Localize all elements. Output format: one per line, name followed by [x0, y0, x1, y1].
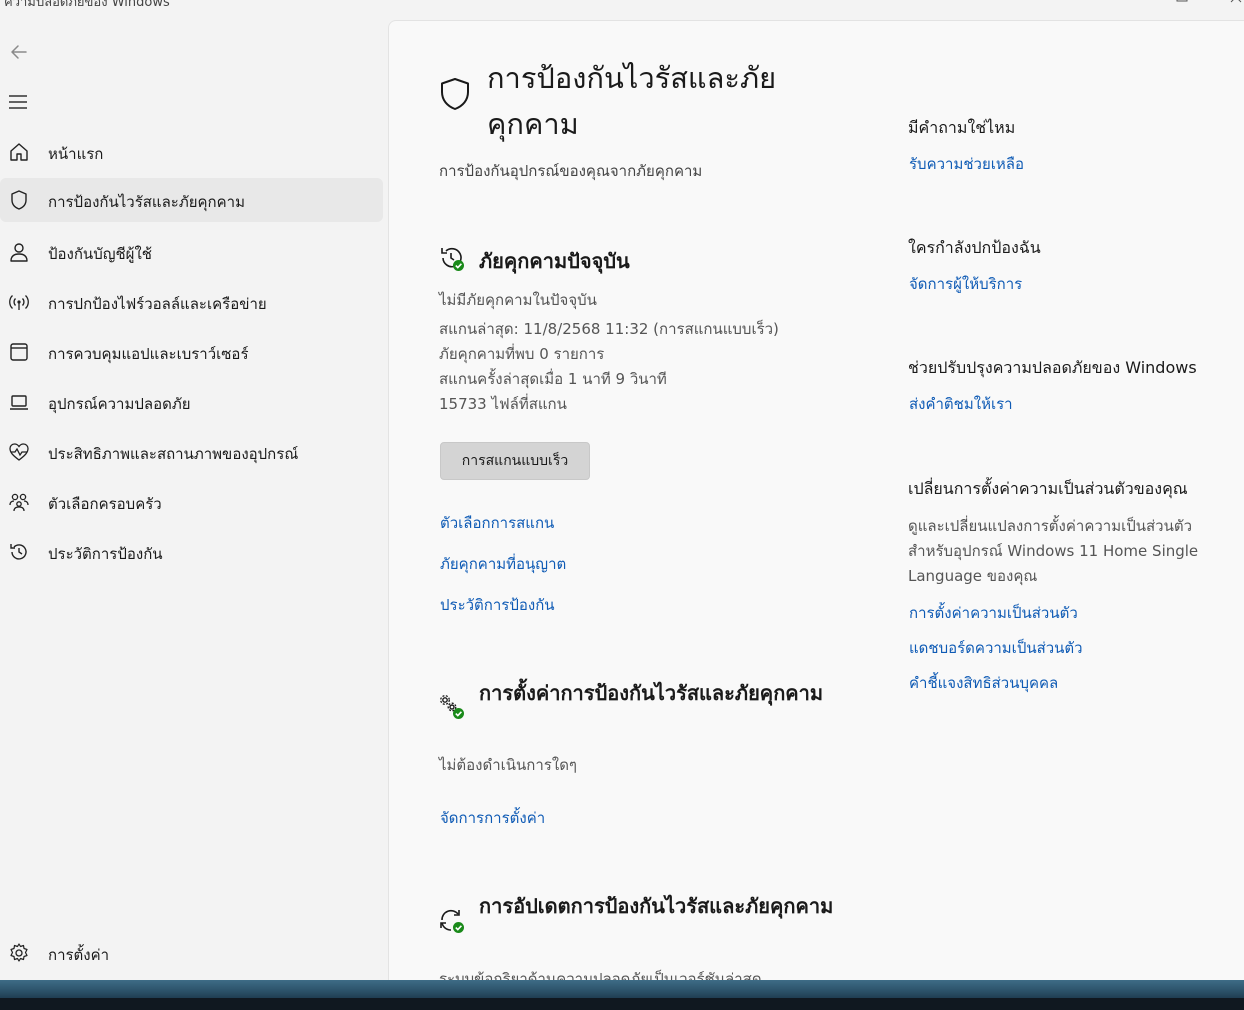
settings-check-icon [440, 695, 464, 719]
improve-heading: ช่วยปรับปรุงความปลอดภัยของ Windows [908, 358, 1197, 377]
sidebar-item-family-options[interactable]: ตัวเลือกครอบครัว [0, 480, 383, 524]
main-content: การป้องกันไวรัสและภัยคุกคาม การป้องกันอุ… [388, 20, 1244, 981]
manage-settings-link[interactable]: จัดการการตั้งค่า [440, 806, 545, 830]
protector-heading: ใครกำลังปกป้องฉัน [908, 238, 1041, 257]
privacy-heading: เปลี่ยนการตั้งค่าความเป็นส่วนตัวของคุณ [908, 479, 1188, 498]
privacy-dashboard-link[interactable]: แดชบอร์ดความเป็นส่วนตัว [909, 636, 1083, 660]
protection-history-link[interactable]: ประวัติการป้องกัน [440, 593, 555, 617]
sidebar-item-label: ป้องกันบัญชีผู้ใช้ [48, 245, 152, 263]
no-threats-status: ไม่มีภัยคุกคามในปัจจุบัน [439, 291, 597, 309]
browser-window-icon [10, 343, 28, 361]
home-icon [10, 143, 28, 161]
sidebar-item-protection-history[interactable]: ประวัติการป้องกัน [0, 530, 383, 574]
sidebar-item-account-protection[interactable]: ป้องกันบัญชีผู้ใช้ [0, 230, 383, 274]
sidebar-item-settings[interactable]: การตั้งค่า [0, 931, 383, 975]
history-icon [10, 544, 27, 560]
sidebar-item-label: ตัวเลือกครอบครัว [48, 495, 162, 513]
window-title: ความปลอดภัยของ Windows [4, 0, 170, 10]
send-feedback-link[interactable]: ส่งคำติชมให้เรา [909, 392, 1013, 416]
updates-section-heading: การอัปเดตการป้องกันไวรัสและภัยคุกคาม [479, 894, 834, 918]
scan-options-link[interactable]: ตัวเลือกการสแกน [440, 511, 554, 535]
quick-scan-button[interactable]: การสแกนแบบเร็ว [440, 442, 590, 480]
manage-providers-link[interactable]: จัดการผู้ให้บริการ [909, 272, 1022, 296]
shield-icon [11, 190, 27, 210]
sidebar-item-app-browser-control[interactable]: การควบคุมแอปและเบราว์เซอร์ [0, 330, 383, 374]
privacy-description: ดูและเปลี่ยนแปลงการตั้งค่าความเป็นส่วนตั… [908, 517, 1199, 585]
sidebar-item-device-performance[interactable]: ประสิทธิภาพและสถานภาพของอุปกรณ์ [0, 430, 383, 474]
sidebar-item-virus-protection[interactable]: การป้องกันไวรัสและภัยคุกคาม [0, 178, 383, 222]
allowed-threats-link[interactable]: ภัยคุกคามที่อนุญาต [440, 552, 566, 576]
sidebar: หน้าแรก การป้องกันไวรัสและภัยคุกคาม ป้อง… [0, 20, 388, 980]
wifi-signal-icon [9, 295, 29, 310]
updates-status-text: ระบบข้อกริยาด้านความปลอดภัยเป็นเวอร์ชันล… [439, 970, 762, 981]
sidebar-settings-label: การตั้งค่า [48, 946, 110, 964]
page-title: การป้องกันไวรัสและภัยคุกคาม [487, 61, 777, 141]
back-arrow-icon[interactable] [6, 42, 32, 62]
gear-icon [10, 943, 28, 962]
close-icon[interactable] [1229, 0, 1243, 8]
title-bar: ความปลอดภัยของ Windows [0, 0, 1244, 20]
scan-duration-text: สแกนครั้งล่าสุดเมื่อ 1 นาที 9 วินาที [439, 370, 667, 388]
sidebar-item-firewall[interactable]: การปกป้องไฟร์วอลล์และเครือข่าย [0, 280, 383, 324]
refresh-check-icon [440, 909, 464, 933]
maximize-icon[interactable] [1175, 0, 1189, 8]
sidebar-item-label: ประสิทธิภาพและสถานภาพของอุปกรณ์ [48, 445, 299, 463]
questions-heading: มีคำถามใช่ไหม [908, 118, 1016, 137]
sidebar-item-device-security[interactable]: อุปกรณ์ความปลอดภัย [0, 380, 383, 424]
files-scanned-text: 15733 ไฟล์ที่สแกน [439, 395, 567, 413]
laptop-icon [10, 395, 28, 410]
sidebar-item-label: ประวัติการป้องกัน [48, 545, 163, 563]
history-check-icon [441, 247, 464, 271]
shield-icon [441, 78, 469, 110]
sidebar-item-label: การควบคุมแอปและเบราว์เซอร์ [48, 345, 249, 363]
settings-section-heading: การตั้งค่าการป้องกันไวรัสและภัยคุกคาม [479, 681, 824, 705]
family-icon [9, 493, 29, 512]
hamburger-menu-icon[interactable] [6, 91, 32, 113]
privacy-statement-link[interactable]: คำชี้แจงสิทธิส่วนบุคคล [909, 671, 1058, 695]
heart-pulse-icon [9, 443, 29, 461]
settings-status-text: ไม่ต้องดำเนินการใดๆ [439, 756, 577, 774]
sidebar-item-label: การป้องกันไวรัสและภัยคุกคาม [48, 193, 245, 211]
sidebar-item-label: หน้าแรก [48, 145, 104, 163]
current-threats-heading: ภัยคุกคามปัจจุบัน [479, 249, 630, 273]
get-help-link[interactable]: รับความช่วยเหลือ [909, 152, 1024, 176]
minimize-icon[interactable] [1120, 0, 1134, 8]
page-subtitle: การป้องกันอุปกรณ์ของคุณจากภัยคุกคาม [439, 162, 703, 180]
last-scan-text: สแกนล่าสุด: 11/8/2568 11:32 (การสแกนแบบเ… [439, 320, 779, 338]
desktop-taskbar-strip [0, 980, 1244, 1010]
person-icon [10, 243, 28, 262]
sidebar-item-home[interactable]: หน้าแรก [0, 130, 383, 174]
privacy-settings-link[interactable]: การตั้งค่าความเป็นส่วนตัว [909, 601, 1078, 625]
sidebar-item-label: การปกป้องไฟร์วอลล์และเครือข่าย [48, 295, 267, 313]
sidebar-item-label: อุปกรณ์ความปลอดภัย [48, 395, 191, 413]
threats-found-text: ภัยคุกคามที่พบ 0 รายการ [439, 345, 605, 363]
